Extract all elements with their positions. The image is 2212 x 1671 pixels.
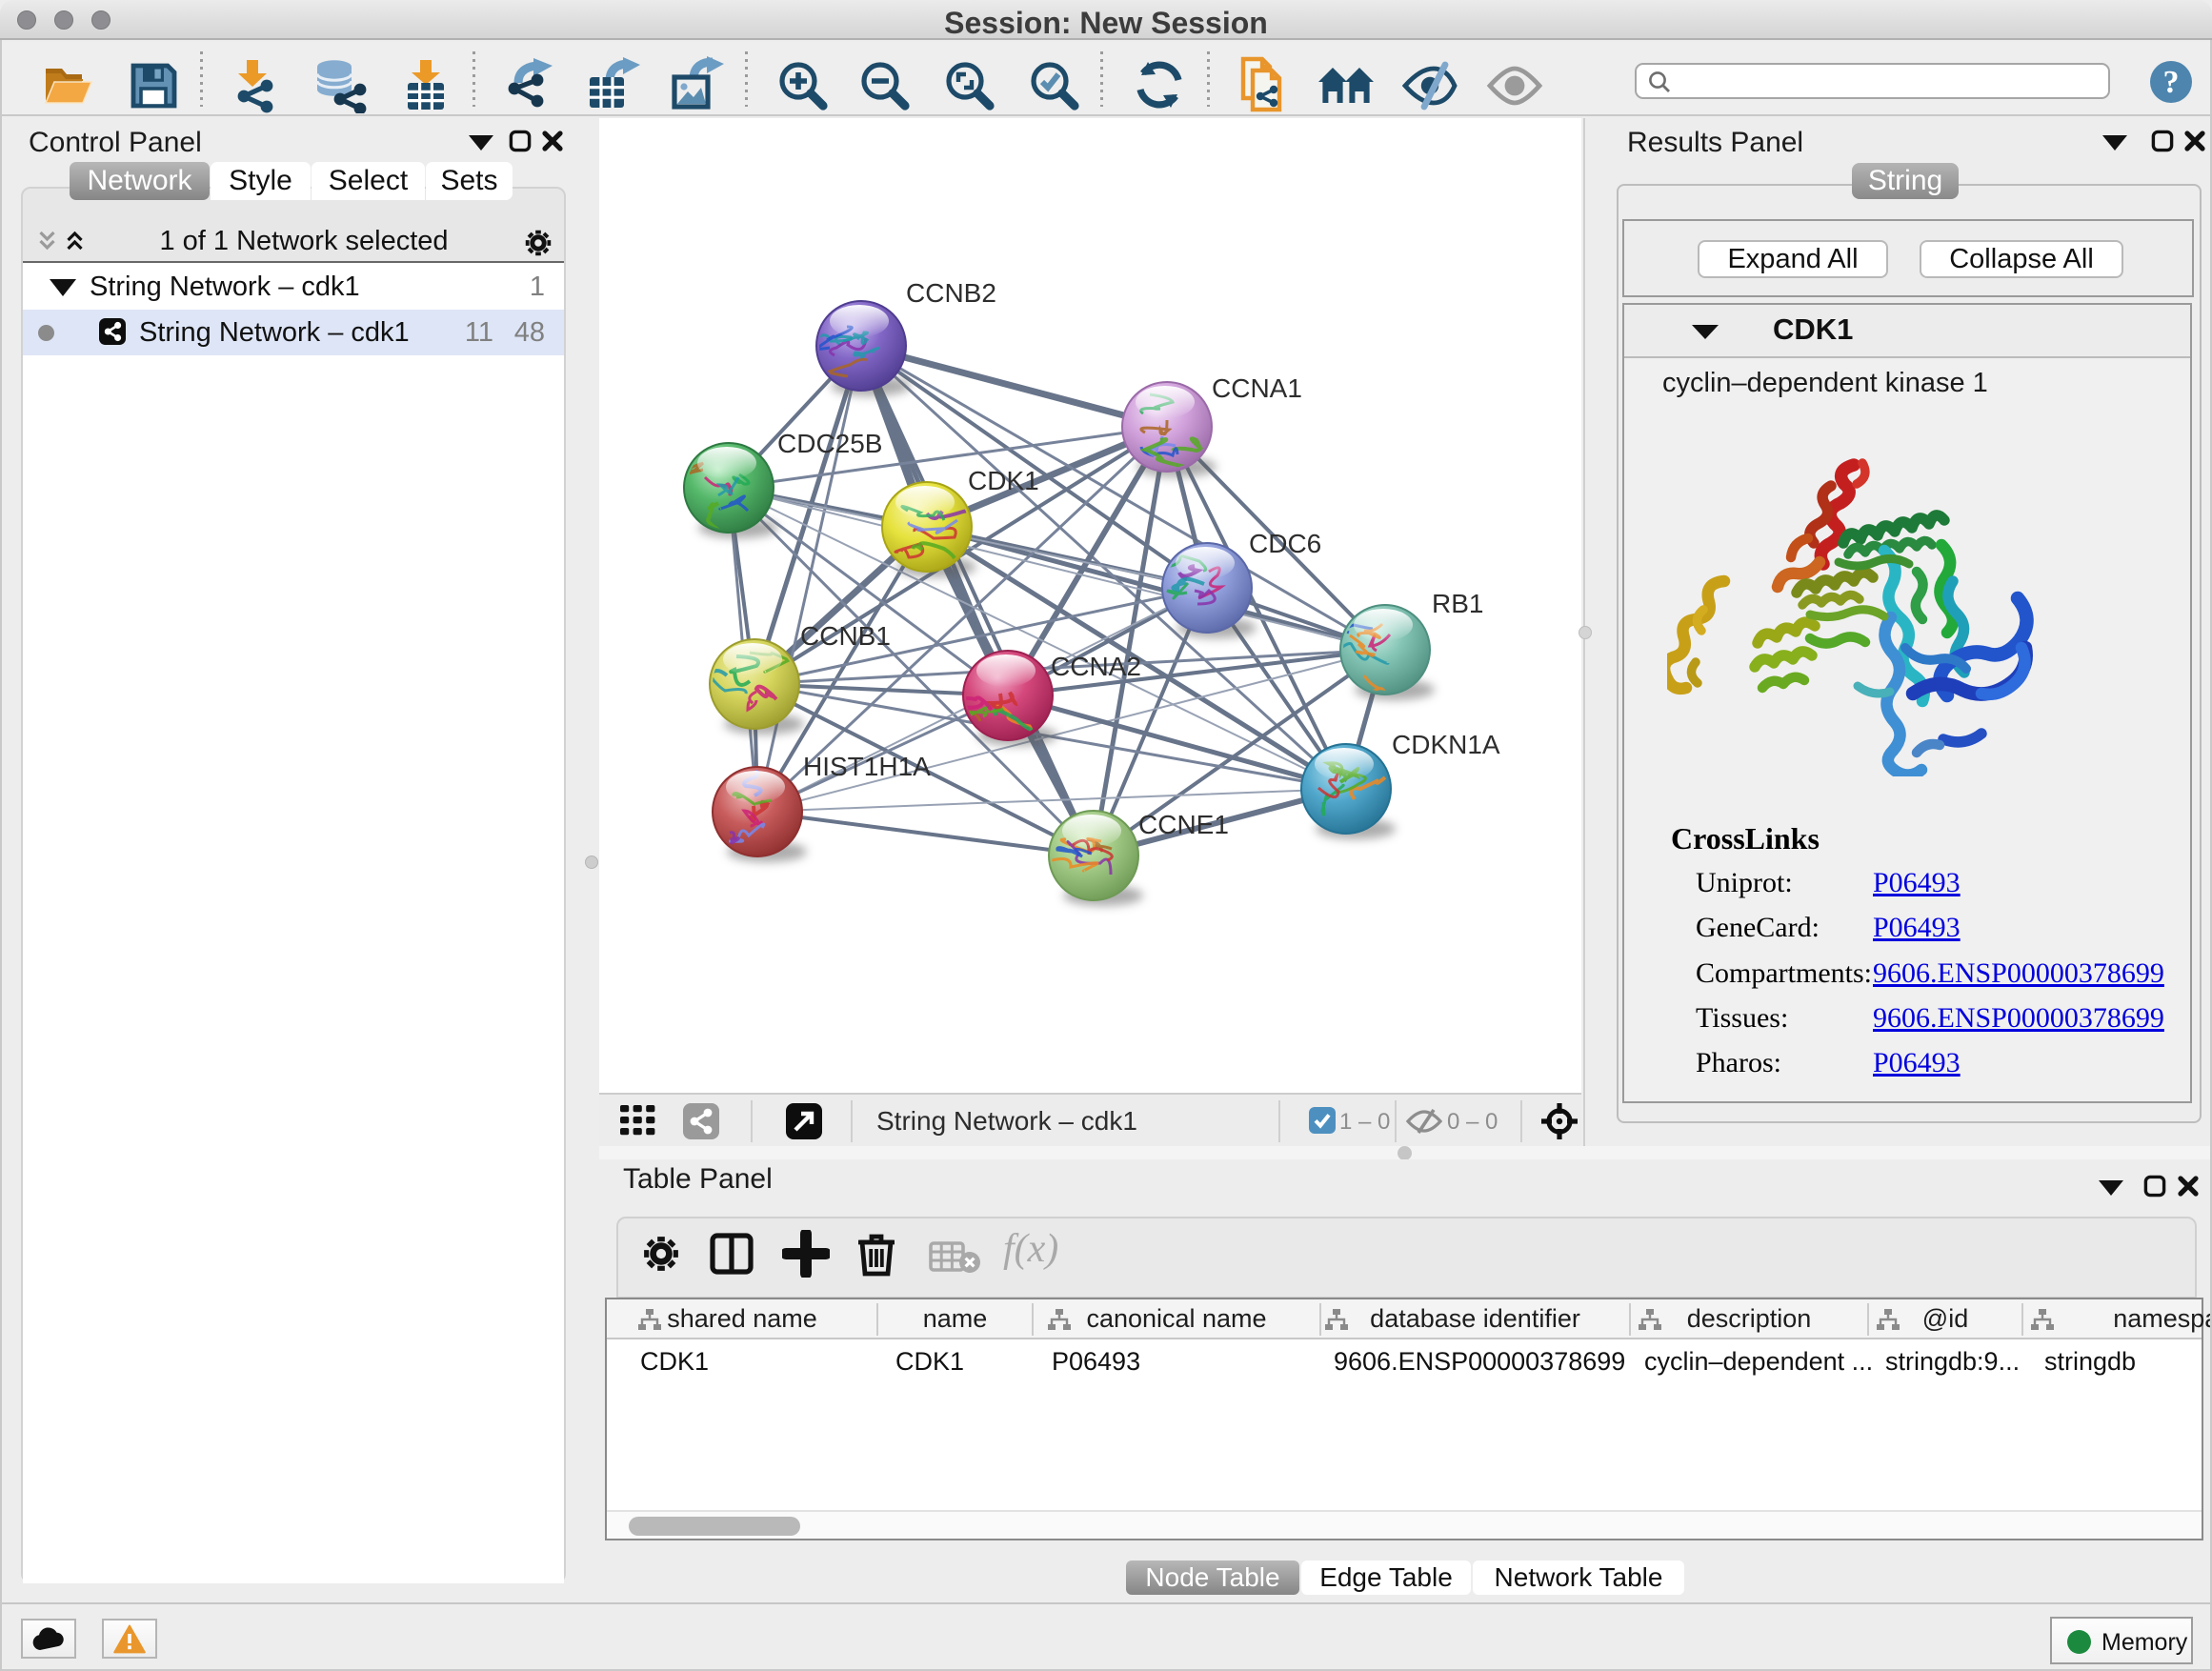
svg-text:CCNA2: CCNA2	[1051, 652, 1141, 681]
svg-text:CDKN1A: CDKN1A	[1392, 730, 1500, 759]
svg-text:CCNA1: CCNA1	[1212, 373, 1302, 403]
svg-text:HIST1H1A: HIST1H1A	[803, 752, 931, 781]
svg-text:CCNB2: CCNB2	[906, 278, 996, 308]
svg-text:CCNE1: CCNE1	[1138, 810, 1229, 839]
svg-text:?: ?	[2163, 65, 2180, 100]
svg-text:RB1: RB1	[1432, 589, 1483, 618]
svg-text:CDK1: CDK1	[968, 466, 1039, 495]
svg-text:CCNB1: CCNB1	[800, 621, 891, 651]
svg-text:CDC25B: CDC25B	[777, 429, 882, 458]
svg-text:CDC6: CDC6	[1249, 529, 1321, 558]
